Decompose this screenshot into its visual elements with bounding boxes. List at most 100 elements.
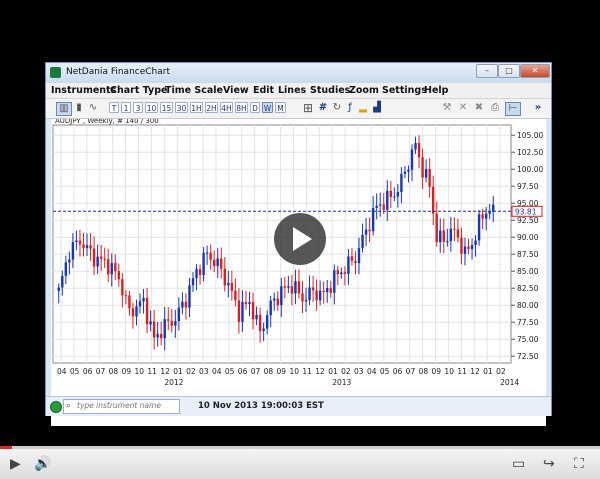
menu-chart-type[interactable]: Chart Type bbox=[110, 85, 167, 96]
delete-all-icon[interactable]: ✖ bbox=[473, 102, 485, 114]
line-chart-type-icon[interactable]: ∿ bbox=[87, 102, 99, 114]
zoom-in-icon[interactable]: ↻ bbox=[332, 102, 342, 114]
menu-edit[interactable]: Edit bbox=[253, 85, 274, 96]
period-button-3[interactable]: 3 bbox=[133, 102, 143, 113]
y-tick-label: 92.50 bbox=[517, 216, 539, 225]
menu-lines[interactable]: Lines bbox=[278, 85, 306, 96]
menu-studies[interactable]: Studies bbox=[310, 85, 350, 96]
crosshair-icon[interactable]: ⊞ bbox=[302, 102, 314, 114]
x-tick-label: 07 bbox=[251, 367, 261, 376]
candle-body bbox=[333, 270, 336, 293]
y-tick-label: 105.00 bbox=[517, 131, 543, 140]
candle-body bbox=[135, 306, 138, 317]
candle-body bbox=[421, 157, 424, 178]
period-button-t[interactable]: T bbox=[109, 102, 119, 113]
instrument-search-input[interactable] bbox=[77, 400, 177, 411]
candle-body bbox=[68, 259, 71, 263]
studies-icon[interactable]: ▟ bbox=[371, 102, 383, 114]
menu-help[interactable]: Help bbox=[424, 85, 448, 96]
period-button-d[interactable]: D bbox=[250, 102, 260, 113]
candle-body bbox=[145, 297, 149, 325]
candle-body bbox=[470, 245, 474, 250]
drawing-icon[interactable]: ƒ bbox=[345, 102, 355, 114]
period-button-4h[interactable]: 4H bbox=[220, 102, 233, 113]
print-icon[interactable]: ⎙ bbox=[489, 102, 501, 114]
x-tick-label: 10 bbox=[289, 367, 299, 376]
period-button-2h[interactable]: 2H bbox=[205, 102, 218, 113]
candle-body bbox=[138, 301, 142, 307]
candle-body bbox=[304, 299, 308, 302]
candle-body bbox=[188, 285, 191, 308]
x-tick-label: 02 bbox=[496, 367, 506, 376]
candle-body bbox=[174, 320, 177, 326]
layout-icon[interactable]: ⊢ bbox=[505, 102, 521, 116]
period-button-8h[interactable]: 8H bbox=[235, 102, 248, 113]
play-icon[interactable]: ▶ bbox=[10, 457, 21, 471]
menu-view[interactable]: View bbox=[223, 85, 249, 96]
candle-body bbox=[364, 229, 368, 235]
fullscreen-icon[interactable]: ⛶ bbox=[574, 457, 584, 471]
menu-instruments[interactable]: Instruments bbox=[51, 85, 116, 96]
candle-body bbox=[241, 301, 244, 322]
title-bar[interactable]: NetDania FinanceChart – □ ✕ bbox=[46, 63, 551, 83]
candle-body bbox=[276, 298, 279, 306]
more-icon[interactable]: » bbox=[532, 102, 544, 114]
period-button-1[interactable]: 1 bbox=[121, 102, 131, 113]
maximize-button[interactable]: □ bbox=[498, 64, 520, 78]
close-chart-icon[interactable]: ✕ bbox=[457, 102, 469, 114]
close-button[interactable]: ✕ bbox=[520, 64, 550, 78]
candle-body bbox=[329, 288, 332, 293]
grid-icon[interactable]: # bbox=[317, 102, 329, 114]
candle-body bbox=[449, 228, 453, 242]
period-button-w[interactable]: W bbox=[262, 102, 273, 113]
candle-body bbox=[64, 262, 68, 276]
candle-body bbox=[202, 252, 205, 275]
menu-time-scale[interactable]: Time Scale bbox=[165, 85, 223, 96]
video-progress-bar[interactable] bbox=[0, 446, 600, 449]
play-overlay-button[interactable] bbox=[274, 213, 326, 265]
current-price-label: 93.81 bbox=[515, 207, 537, 216]
candle-body bbox=[273, 298, 276, 301]
period-button-15[interactable]: 15 bbox=[160, 102, 173, 113]
candle-body bbox=[343, 272, 347, 274]
candle-body bbox=[248, 302, 251, 304]
candle-body bbox=[121, 279, 124, 296]
period-button-m[interactable]: M bbox=[275, 102, 286, 113]
candle-body bbox=[453, 228, 456, 230]
share-icon[interactable]: ↪ bbox=[543, 457, 555, 471]
bar-chart-type-icon[interactable]: ▥ bbox=[56, 102, 72, 116]
delete-icon[interactable]: ⚒ bbox=[441, 102, 453, 114]
menu-zoom[interactable]: Zoom bbox=[349, 85, 379, 96]
candle-body bbox=[477, 214, 481, 241]
candlestick-type-icon[interactable]: ▮ bbox=[73, 102, 85, 114]
period-button-1h[interactable]: 1H bbox=[190, 102, 203, 113]
candle-body bbox=[124, 295, 128, 297]
candle-body bbox=[347, 256, 350, 274]
x-tick-label: 06 bbox=[393, 367, 403, 376]
x-tick-label: 12 bbox=[470, 367, 480, 376]
candle-body bbox=[184, 301, 188, 308]
candle-body bbox=[442, 230, 445, 242]
x-tick-label: 02 bbox=[186, 367, 196, 376]
candle-body bbox=[311, 287, 315, 291]
candle-body bbox=[467, 246, 470, 250]
candle-body bbox=[354, 260, 357, 264]
candle-body bbox=[262, 328, 265, 331]
status-bar: ⌕ 10 Nov 2013 19:00:03 EST bbox=[46, 396, 551, 416]
candle-body bbox=[107, 259, 110, 275]
candle-body bbox=[382, 204, 385, 210]
period-button-30[interactable]: 30 bbox=[175, 102, 188, 113]
menu-settings[interactable]: Settings bbox=[382, 85, 427, 96]
candle-body bbox=[379, 204, 382, 206]
volume-icon[interactable]: ▂ bbox=[358, 102, 368, 114]
chart-area[interactable]: 105.00 102.50 100.00 97.50 95.00 92.50 90.00 87… bbox=[51, 117, 546, 426]
video-player-bar: ▶ 🔊 ▭ ↪ ⛶ bbox=[0, 446, 600, 479]
candle-body bbox=[163, 319, 166, 339]
search-icon: ⌕ bbox=[66, 401, 72, 411]
mini-player-icon[interactable]: ▭ bbox=[512, 457, 525, 471]
period-button-10[interactable]: 10 bbox=[145, 102, 158, 113]
candle-body bbox=[258, 314, 262, 331]
app-icon bbox=[50, 67, 61, 78]
minimize-button[interactable]: – bbox=[476, 64, 498, 78]
volume-icon[interactable]: 🔊 bbox=[34, 457, 51, 471]
